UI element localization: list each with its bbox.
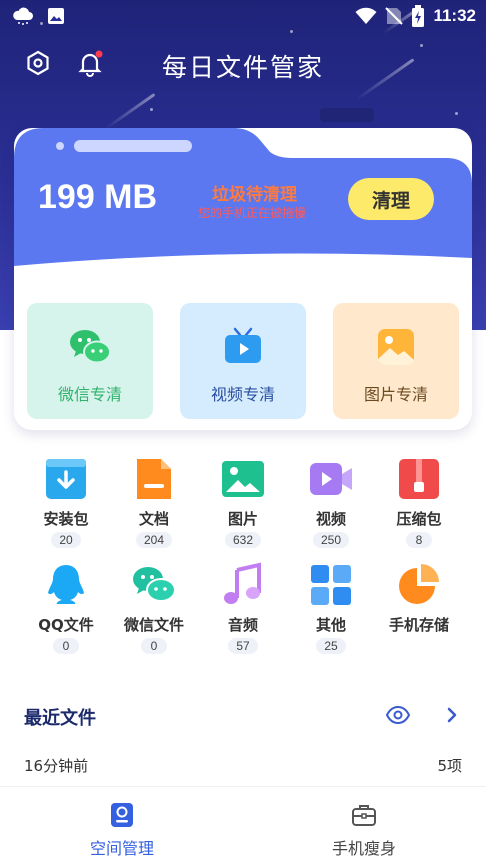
wifi-icon: [355, 7, 377, 24]
category-label: 安装包: [43, 510, 89, 528]
category-label: QQ文件: [38, 616, 94, 634]
video-clean-tile[interactable]: 视频专清: [180, 303, 306, 419]
category-wechat-files[interactable]: 微信文件 0: [114, 562, 194, 654]
wechat-icon: [133, 567, 176, 602]
category-label: 压缩包: [396, 510, 442, 528]
wechat-clean-tile[interactable]: 微信专清: [27, 303, 153, 419]
category-documents[interactable]: 文档 204: [114, 456, 194, 548]
category-label: 文档: [138, 510, 169, 528]
category-label: 微信文件: [123, 616, 184, 634]
tile-label: 视频专清: [210, 385, 275, 404]
eye-icon[interactable]: [386, 704, 410, 726]
download-box-icon: [46, 459, 86, 499]
battery-charging-icon: [412, 5, 425, 27]
category-apk[interactable]: 安装包 20: [26, 456, 106, 548]
category-label: 图片: [227, 510, 258, 528]
category-count: 204: [135, 532, 173, 548]
qq-icon: [48, 565, 84, 604]
status-bar: 11:32: [0, 0, 486, 34]
tile-label: 图片专清: [363, 385, 428, 404]
category-count: 632: [224, 532, 262, 548]
picture-icon: [378, 329, 414, 366]
recent-count: 5项: [437, 757, 462, 775]
category-images[interactable]: 图片 632: [203, 456, 283, 548]
folder-tab-bar: [74, 140, 192, 152]
nav-phone-slim[interactable]: 手机瘦身: [294, 801, 434, 859]
category-count: 25: [316, 638, 346, 654]
nav-space-management[interactable]: 空间管理: [52, 801, 192, 859]
category-count: 0: [53, 638, 79, 654]
category-label: 视频: [315, 510, 346, 528]
category-count: 8: [406, 532, 432, 548]
video-camera-icon: [310, 463, 352, 495]
tv-icon: [225, 327, 261, 363]
tile-label: 微信专清: [57, 385, 122, 404]
picture-clean-tile[interactable]: 图片专清: [333, 303, 459, 419]
clock: 11:32: [433, 6, 476, 25]
category-audio[interactable]: 音频 57: [203, 562, 283, 654]
category-other[interactable]: 其他 25: [291, 562, 371, 654]
no-sim-icon: [385, 7, 404, 25]
clean-button[interactable]: 清理: [348, 178, 434, 220]
junk-subtitle: 您的手机正在被拖慢: [198, 206, 307, 220]
recent-files-title: 最近文件: [24, 708, 96, 729]
category-archives[interactable]: 压缩包 8: [379, 456, 459, 548]
category-label: 其他: [315, 616, 346, 634]
junk-size: 199 MB: [38, 178, 158, 216]
folder-tab-dot: [56, 142, 64, 150]
storage-icon: [111, 803, 133, 827]
app-title: 每日文件管家: [161, 53, 324, 82]
music-icon: [224, 562, 261, 604]
category-count: 0: [141, 638, 167, 654]
document-icon: [137, 459, 171, 499]
category-count: 250: [312, 532, 350, 548]
category-phone-storage[interactable]: 手机存储: [379, 562, 459, 635]
nav-label: 手机瘦身: [331, 839, 396, 858]
image-icon: [222, 461, 264, 497]
junk-title: 垃圾待清理: [212, 185, 297, 205]
bottom-nav: 空间管理 手机瘦身: [0, 786, 486, 864]
toolbox-icon: [352, 805, 376, 826]
app-header: 每日文件管家: [0, 40, 486, 88]
category-count: 20: [51, 532, 81, 548]
recent-time: 16分钟前: [24, 757, 89, 775]
category-qq-files[interactable]: QQ文件 0: [26, 562, 106, 654]
wechat-icon: [70, 330, 111, 364]
cloud-icon: [13, 7, 34, 25]
category-label: 音频: [227, 616, 258, 634]
grid-icon: [311, 565, 351, 605]
image-icon: [48, 8, 64, 24]
pie-chart-icon: [399, 564, 439, 604]
category-label: 手机存储: [388, 616, 449, 634]
nav-label: 空间管理: [89, 839, 154, 858]
zip-icon: [399, 459, 439, 499]
category-videos[interactable]: 视频 250: [291, 456, 371, 548]
category-count: 57: [228, 638, 258, 654]
chevron-right-icon[interactable]: [444, 705, 460, 725]
